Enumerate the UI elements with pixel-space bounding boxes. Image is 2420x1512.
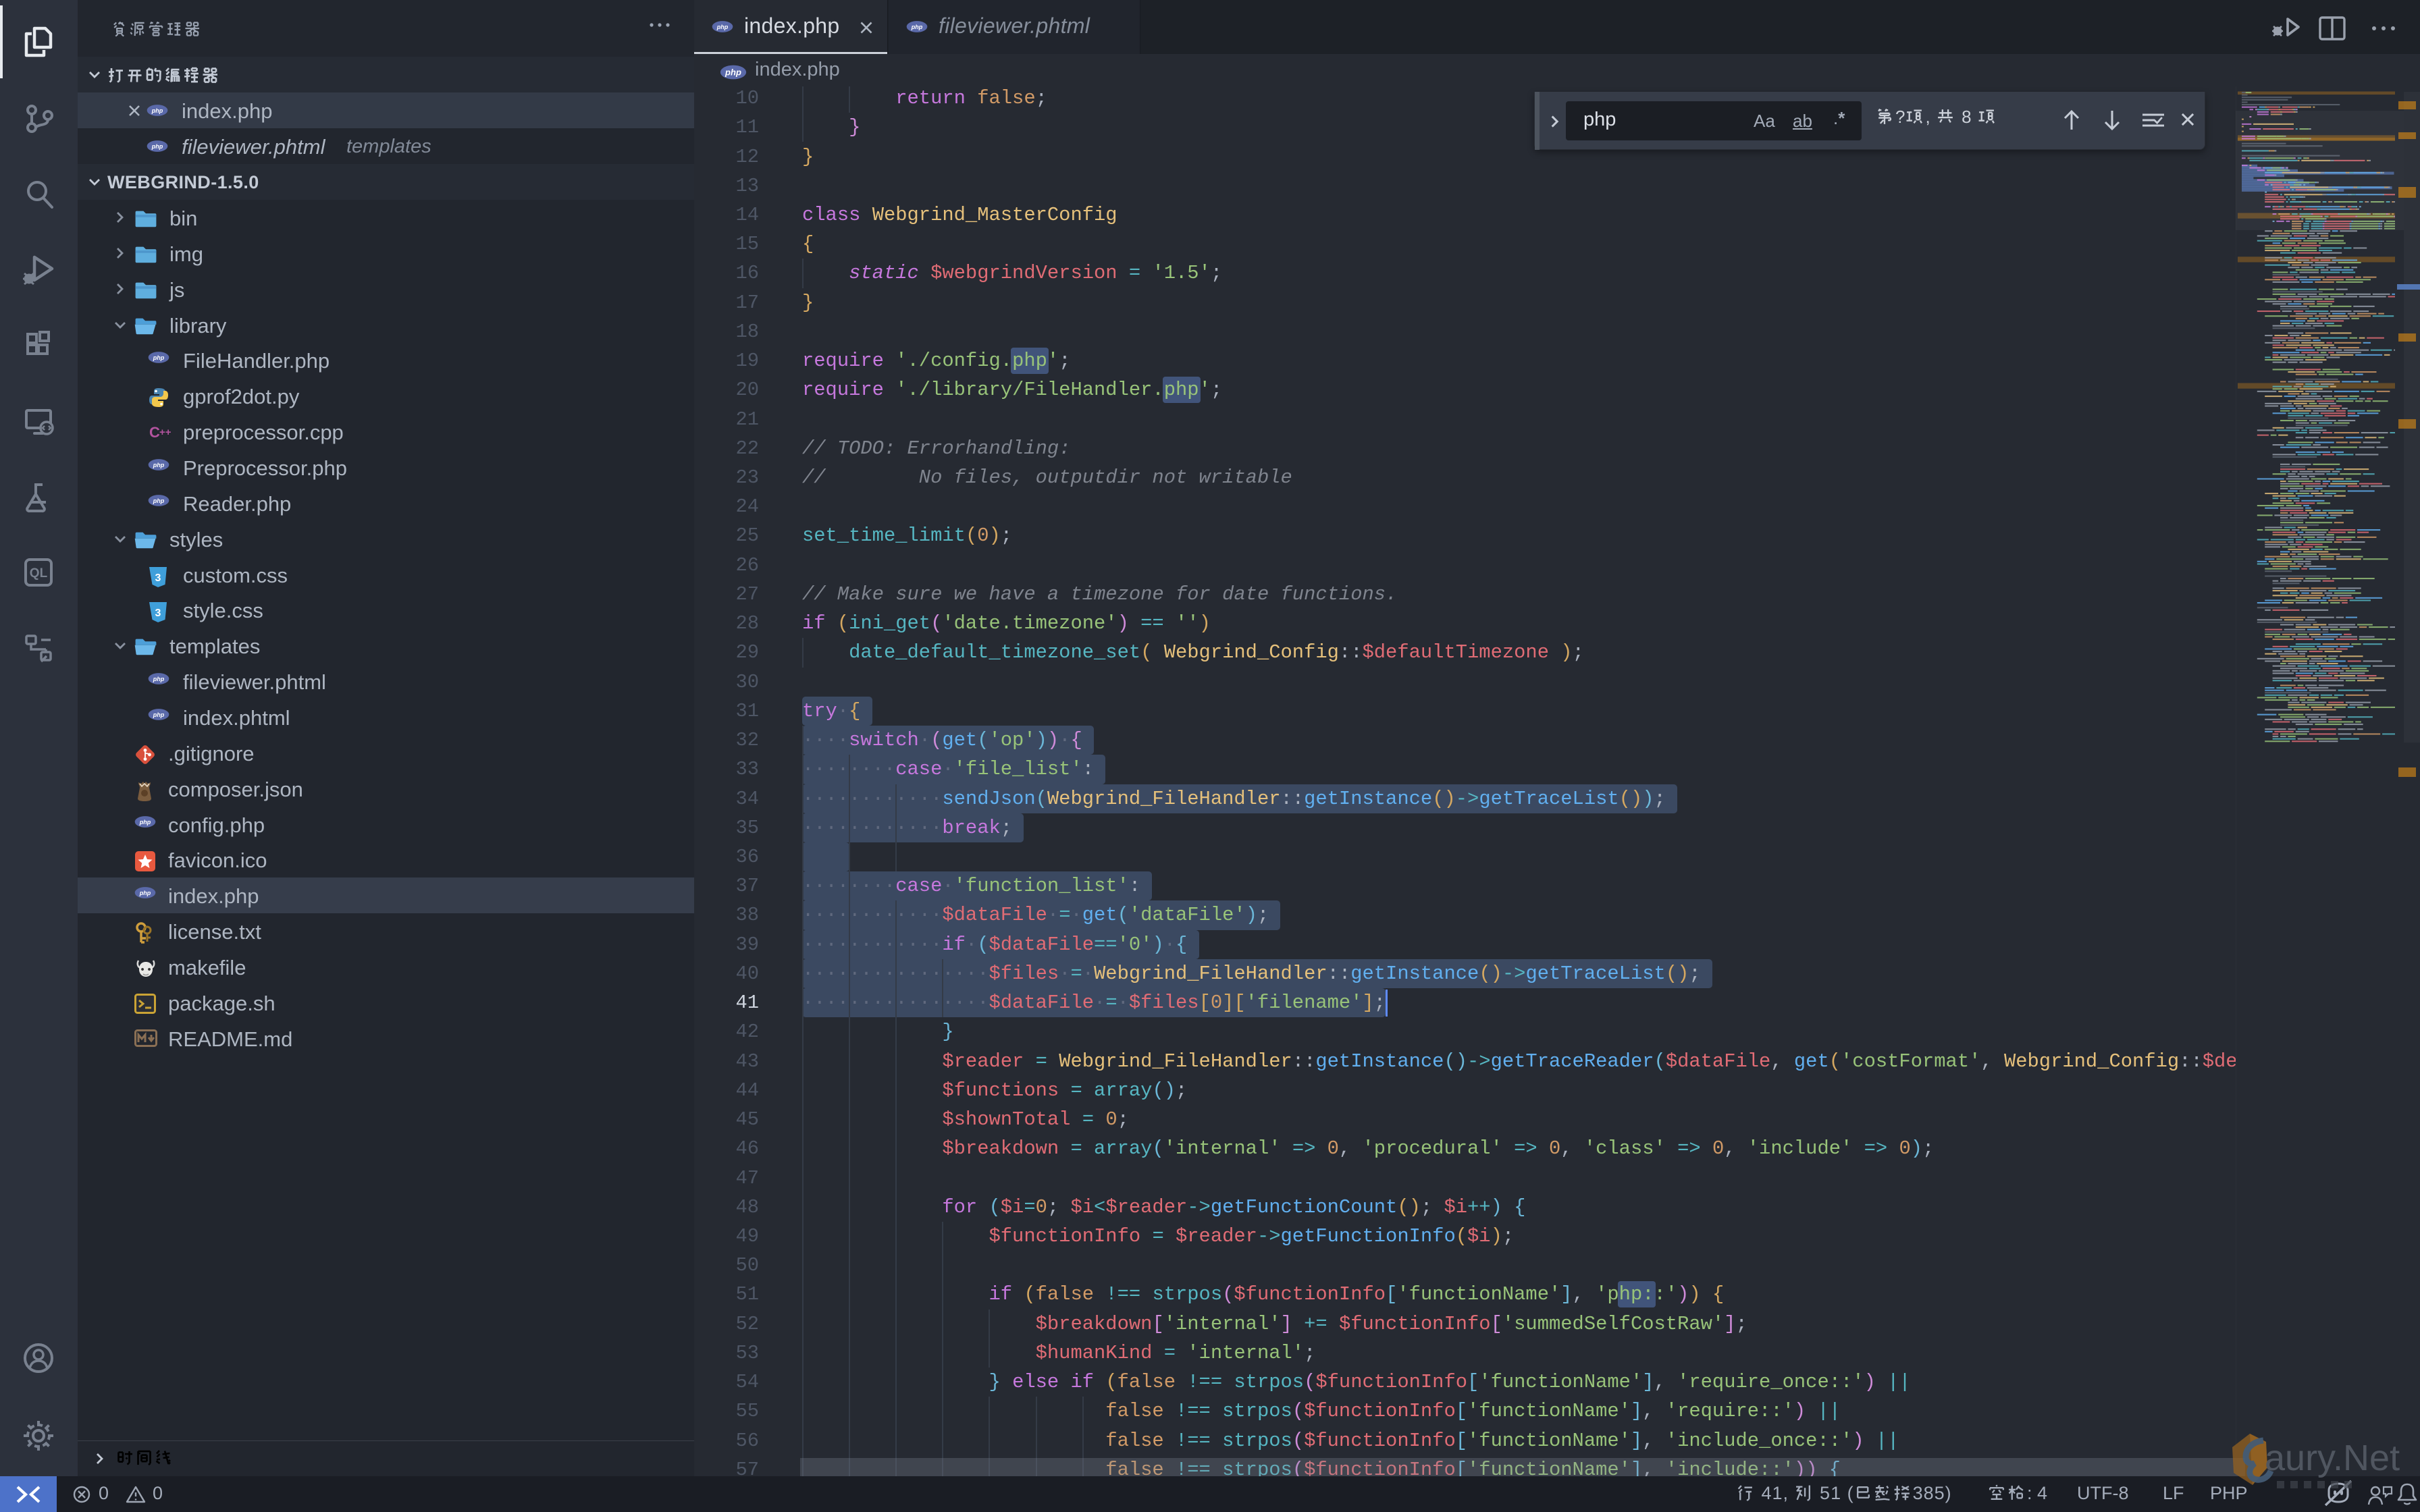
svg-text:C: C	[149, 424, 160, 441]
svg-text:php: php	[139, 890, 151, 896]
svg-text:php: php	[151, 107, 163, 114]
svg-text:php: php	[139, 819, 151, 826]
svg-text:php: php	[153, 497, 165, 504]
svg-text:php: php	[153, 354, 165, 361]
svg-text:aury.Net: aury.Net	[2265, 1438, 2400, 1478]
svg-text:php: php	[151, 143, 163, 150]
svg-text:3: 3	[155, 608, 161, 619]
svg-text:php: php	[911, 24, 923, 30]
svg-text:php: php	[725, 67, 741, 77]
svg-text:QL: QL	[30, 566, 48, 580]
svg-text:php: php	[153, 711, 165, 718]
svg-text:php: php	[153, 462, 165, 468]
svg-text:3: 3	[155, 572, 161, 584]
svg-text:php: php	[716, 24, 729, 30]
svg-text:++: ++	[159, 427, 172, 438]
svg-text:php: php	[153, 676, 165, 682]
